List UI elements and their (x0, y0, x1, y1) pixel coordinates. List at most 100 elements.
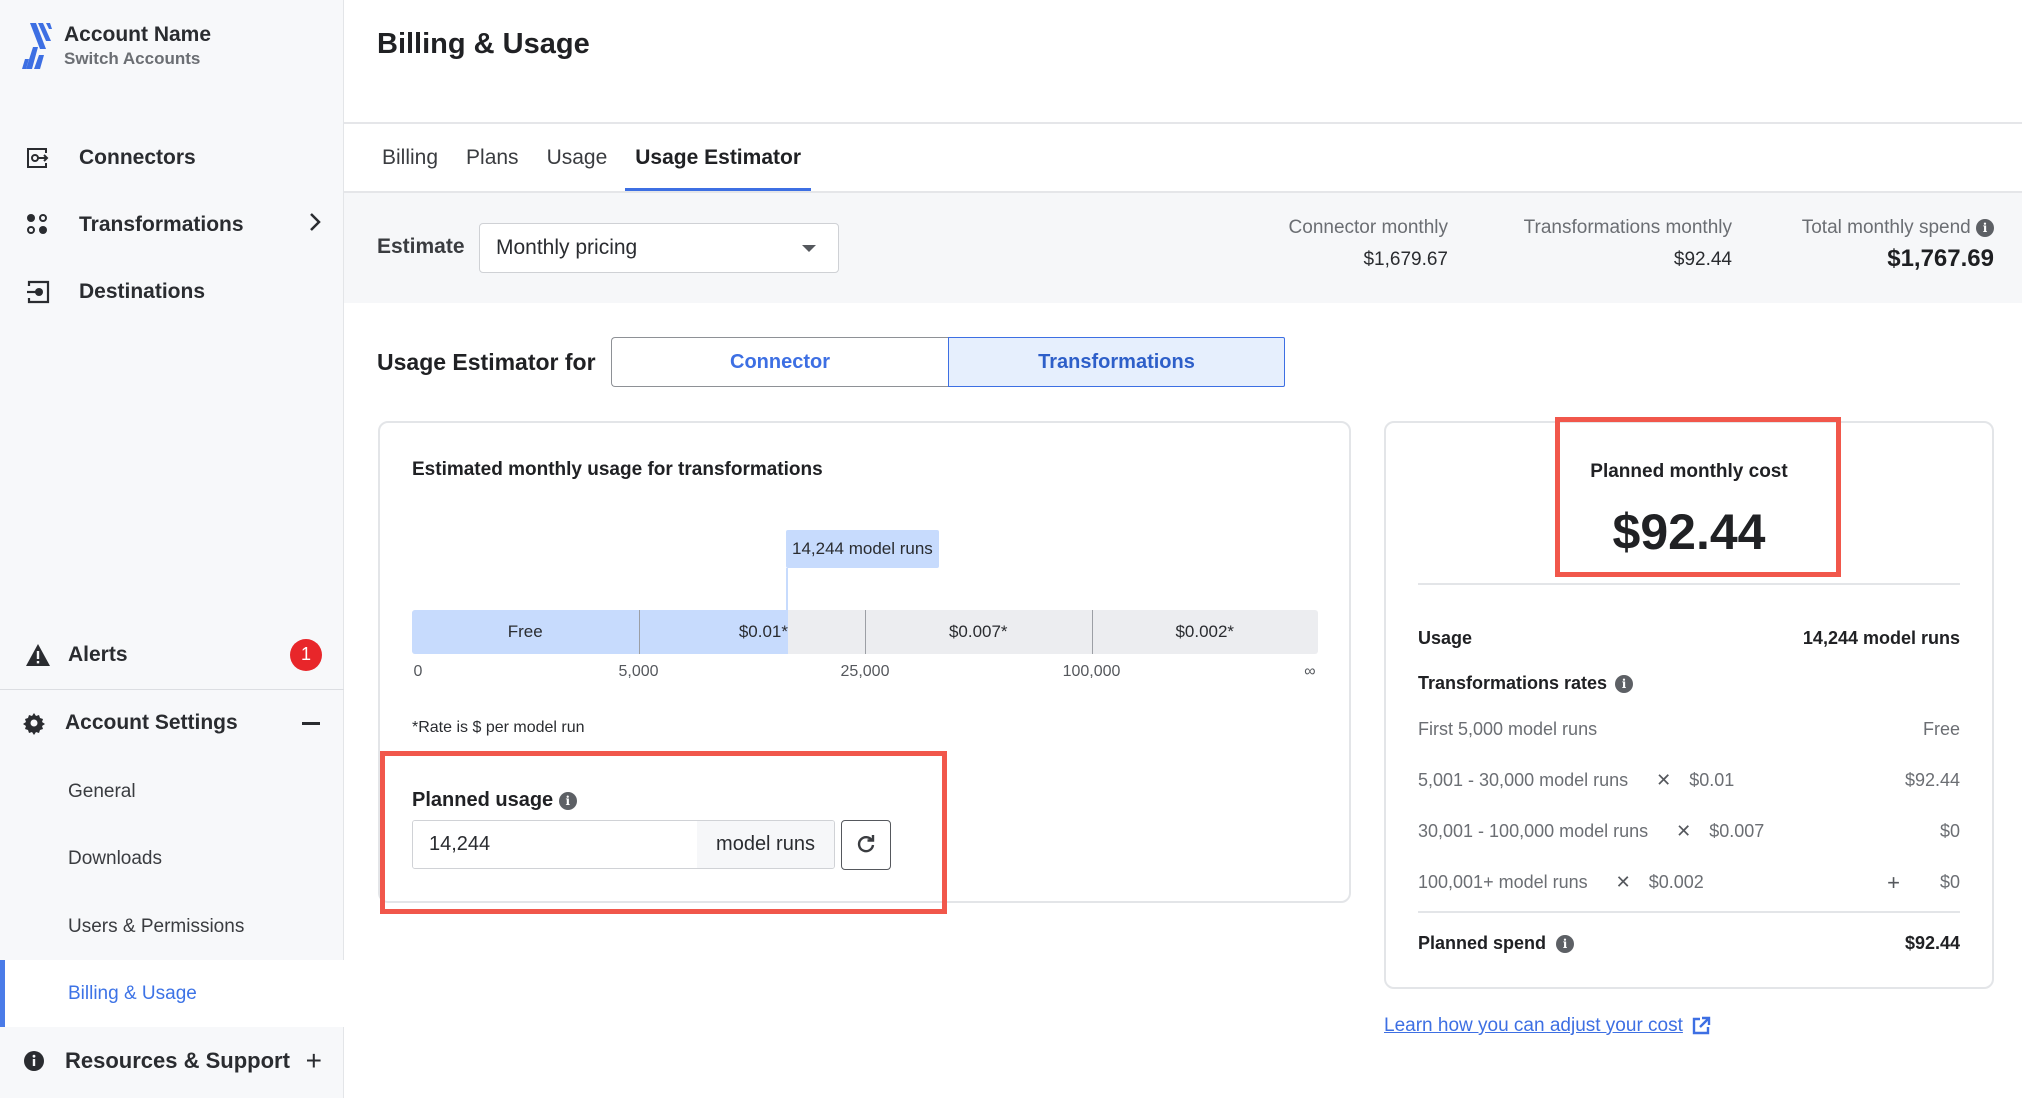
rates-heading: Transformations rates (1418, 673, 1608, 693)
transformations-icon (22, 209, 54, 241)
tick-label: 25,000 (840, 663, 890, 680)
tier-label: $0.002* (1175, 622, 1235, 641)
account-name: Account Name (64, 23, 212, 46)
planned-usage-input[interactable]: 14,244 model runs (412, 820, 835, 869)
account-switcher[interactable]: Account Name Switch Accounts (22, 22, 211, 70)
planned-usage-label-text: Planned usage (412, 789, 554, 811)
rate-value: $0.007 (1709, 821, 1765, 841)
sidebar-subitem-downloads[interactable]: Downloads (0, 825, 344, 892)
sidebar-subitem-label: Users & Permissions (68, 915, 245, 937)
info-icon[interactable]: i (1556, 934, 1575, 953)
sidebar-item-resources-support[interactable]: Resources & Support + (0, 1028, 344, 1094)
info-icon[interactable]: i (1615, 674, 1634, 693)
rate-amount: $0 (1939, 872, 1960, 892)
sidebar-item-label: Alerts (68, 642, 128, 666)
sidebar: Account Name Switch Accounts Connectors … (0, 0, 344, 1098)
transformations-toggle-button[interactable]: Transformations (948, 337, 1285, 387)
rate-amount: Free (1922, 719, 1960, 739)
multiply-icon: ✕ (1615, 872, 1631, 892)
rate-value: $0.002 (1648, 872, 1704, 892)
warning-icon (22, 639, 54, 671)
rates-heading-row: Transformations rates i (1418, 673, 1960, 694)
tier-label: Free (507, 622, 543, 641)
switch-accounts-link[interactable]: Switch Accounts (64, 48, 211, 70)
multiply-icon: ✕ (1676, 821, 1692, 841)
info-icon[interactable]: i (1976, 218, 1994, 237)
info-icon (18, 1045, 50, 1077)
usage-label: Usage (1418, 628, 1473, 648)
destination-icon (22, 276, 54, 308)
tick-label: ∞ (1304, 663, 1316, 680)
reset-usage-button[interactable] (841, 820, 891, 870)
rate-row: First 5,000 model runs Free (1418, 719, 1960, 740)
multiply-icon: ✕ (1656, 770, 1672, 790)
divider (1418, 911, 1960, 913)
tier-label: $0.01* (738, 622, 788, 641)
planned-spend-row: Planned spend i $92.44 (1418, 933, 1960, 954)
sidebar-subitem-billing-usage[interactable]: Billing & Usage (0, 960, 344, 1027)
tier-divider (865, 610, 866, 654)
planned-usage-value[interactable]: 14,244 (413, 821, 697, 868)
total-monthly-value: $1,767.69 (1887, 245, 1994, 272)
rate-range: 5,001 - 30,000 model runs (1418, 770, 1629, 790)
tick-label: 0 (413, 663, 423, 680)
estimate-label: Estimate (377, 235, 465, 258)
rate-range: 30,001 - 100,000 model runs (1418, 821, 1649, 841)
usage-marker-line (785, 568, 788, 610)
rate-note: *Rate is $ per model run (412, 719, 585, 736)
transformations-monthly-value: $92.44 (1673, 249, 1732, 270)
gear-icon (18, 707, 50, 739)
tab-billing[interactable]: Billing (372, 140, 448, 192)
tab-plans[interactable]: Plans (456, 140, 529, 192)
connector-toggle-button[interactable]: Connector (611, 337, 948, 387)
planned-monthly-cost-value: $92.44 (1612, 504, 1766, 560)
sidebar-item-connectors[interactable]: Connectors (0, 125, 344, 191)
tab-usage[interactable]: Usage (537, 140, 618, 192)
sidebar-item-alerts[interactable]: Alerts 1 (0, 620, 344, 690)
usage-value: 14,244 model runs (1802, 628, 1960, 648)
total-monthly-summary: Total monthly spend i $1,767.69 (1802, 217, 1994, 273)
divider (1418, 583, 1960, 585)
tab-bar: Billing Plans Usage Usage Estimator (372, 140, 819, 192)
estimate-bar: Estimate Monthly pricing Connector month… (344, 193, 2022, 303)
sidebar-item-label: Account Settings (65, 711, 238, 734)
plus-icon: + (1887, 869, 1900, 895)
expand-icon[interactable]: + (306, 1045, 322, 1077)
tick-label: 5,000 (618, 663, 659, 680)
info-icon[interactable]: i (558, 791, 577, 810)
tab-usage-estimator[interactable]: Usage Estimator (625, 140, 811, 192)
rate-value: $0.01 (1689, 770, 1735, 790)
caret-down-icon (802, 245, 816, 252)
tick-label: 100,000 (1062, 663, 1121, 680)
connector-icon (22, 142, 54, 174)
sidebar-subitem-label: Downloads (68, 847, 162, 869)
rate-row: 5,001 - 30,000 model runs ✕ $0.01 $92.44 (1418, 770, 1960, 791)
tier-label: $0.007* (948, 622, 1008, 641)
sidebar-subitem-users-permissions[interactable]: Users & Permissions (0, 893, 344, 960)
connector-monthly-summary: Connector monthly $1,679.67 (1289, 217, 1448, 271)
rate-range: 100,001+ model runs (1418, 872, 1588, 892)
learn-adjust-cost-link[interactable]: Learn how you can adjust your cost (1384, 1015, 1711, 1037)
sidebar-item-account-settings[interactable]: Account Settings (0, 690, 344, 756)
transformations-monthly-summary: Transformations monthly $92.44 (1524, 217, 1732, 271)
usage-marker-label: 14,244 model runs (785, 530, 939, 568)
collapse-icon[interactable] (302, 721, 320, 725)
planned-spend-label: Planned spend (1418, 933, 1547, 953)
sidebar-item-label: Connectors (79, 146, 196, 169)
logo-icon (22, 23, 52, 69)
tier-divider (638, 610, 640, 654)
page-title: Billing & Usage (377, 28, 590, 60)
planned-spend-value: $92.44 (1904, 933, 1960, 953)
alerts-count-badge: 1 (290, 638, 322, 671)
sidebar-subitem-general[interactable]: General (0, 758, 344, 825)
planned-cost-card: Planned monthly cost $92.44 Usage 14,244… (1384, 421, 1994, 989)
sidebar-item-transformations[interactable]: Transformations (0, 192, 344, 258)
header-divider (344, 122, 2022, 124)
rate-amount: $0 (1939, 821, 1960, 841)
total-monthly-label: Total monthly spend (1801, 217, 1971, 238)
rate-row: 100,001+ model runs ✕ $0.002 + $0 (1418, 869, 1960, 895)
tier-divider (1091, 610, 1093, 654)
estimate-select[interactable]: Monthly pricing (479, 223, 839, 273)
sidebar-item-destinations[interactable]: Destinations (0, 259, 344, 325)
refresh-icon (857, 835, 875, 853)
